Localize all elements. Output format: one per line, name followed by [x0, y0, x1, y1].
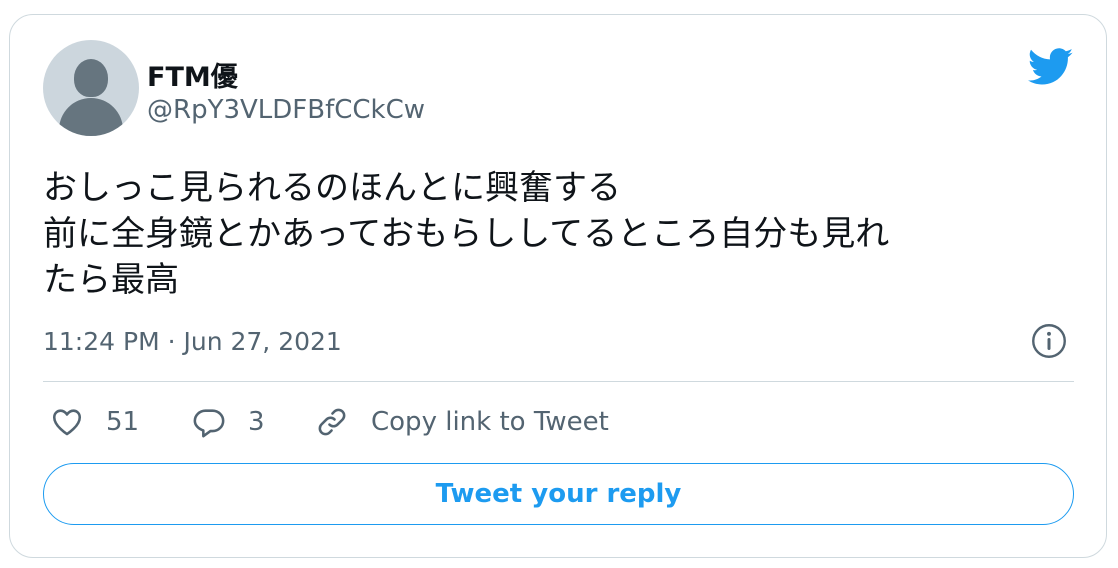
copy-link-action[interactable]: Copy link to Tweet [315, 405, 609, 439]
heart-icon[interactable] [50, 405, 84, 439]
twitter-bird-icon[interactable] [1028, 48, 1074, 86]
link-icon[interactable] [315, 405, 349, 439]
avatar-head [74, 59, 108, 97]
tweet-text-line: 前に全身鏡とかあっておもらししてるところ自分も見れ [43, 214, 890, 254]
reply-icon[interactable] [192, 405, 226, 439]
reply-action[interactable]: 3 [192, 405, 265, 439]
tweet-timestamp[interactable]: 11:24 PM · Jun 27, 2021 [43, 327, 342, 356]
author-name[interactable]: FTM優 [147, 55, 238, 94]
reply-count: 3 [248, 407, 265, 437]
author-handle[interactable]: @RpY3VLDFBfCCkCw [147, 95, 425, 125]
like-count: 51 [106, 407, 140, 437]
divider [43, 381, 1074, 382]
avatar-body [59, 98, 123, 136]
avatar[interactable] [43, 40, 139, 136]
tweet-text: おしっこ見られるのほんとに興奮する 前に全身鏡とかあっておもらししてるところ自分… [43, 165, 1083, 303]
copy-link-label: Copy link to Tweet [371, 407, 609, 437]
tweet-text-line: たら最高 [43, 260, 179, 300]
tweet-your-reply-button[interactable]: Tweet your reply [43, 463, 1074, 525]
like-action[interactable]: 51 [50, 405, 139, 439]
info-icon[interactable] [1031, 323, 1067, 359]
tweet-text-line: おしっこ見られるのほんとに興奮する [43, 168, 621, 208]
tweet-card: FTM優 @RpY3VLDFBfCCkCw おしっこ見られるのほんとに興奮する … [9, 14, 1107, 558]
